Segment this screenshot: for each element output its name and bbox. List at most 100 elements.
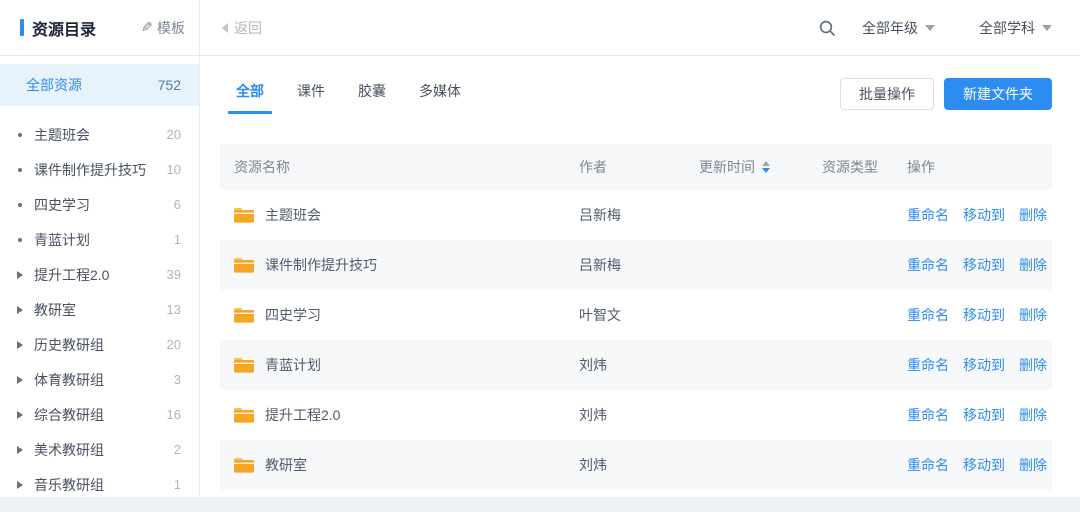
author-cell: 刘炜 (565, 355, 685, 375)
folder-icon (234, 357, 254, 373)
sidebar-folder-item[interactable]: 课件制作提升技巧 10 (0, 152, 199, 187)
bullet-dot-icon (12, 133, 28, 137)
rename-link[interactable]: 重命名 (907, 305, 949, 325)
delete-link[interactable]: 删除 (1019, 455, 1047, 475)
toolbar: 全部 课件 胶囊 多媒体 批量操作 新建文件夹 (220, 73, 1052, 114)
sidebar-folder-count: 16 (167, 407, 181, 422)
subject-filter-value: 全部学科 (979, 18, 1035, 38)
folder-icon (234, 257, 254, 273)
collapsed-triangle-icon (12, 446, 28, 454)
sort-toggle[interactable] (762, 161, 770, 173)
delete-link[interactable]: 删除 (1019, 405, 1047, 425)
sidebar-folder-item[interactable]: 历史教研组 20 (0, 327, 199, 362)
sidebar-folder-item[interactable]: 体育教研组 3 (0, 362, 199, 397)
sidebar-item-all-resources[interactable]: 全部资源 752 (0, 64, 199, 106)
sidebar-folder-label: 课件制作提升技巧 (28, 160, 167, 180)
tab-capsule[interactable]: 胶囊 (342, 73, 402, 114)
move-link[interactable]: 移动到 (963, 455, 1005, 475)
folder-icon (234, 407, 254, 423)
column-header-updated-label: 更新时间 (699, 157, 755, 177)
column-header-name: 资源名称 (220, 157, 565, 177)
sidebar-folder-label: 教研室 (28, 300, 167, 320)
sidebar-folder-label: 综合教研组 (28, 405, 167, 425)
rename-link[interactable]: 重命名 (907, 255, 949, 275)
all-resources-count: 752 (158, 77, 181, 93)
sidebar-folder-list: 主题班会 20 课件制作提升技巧 10 四史学习 6 青蓝计划 1 提升工程2.… (0, 106, 199, 502)
bullet-dot-icon (12, 238, 28, 242)
table-row: 课件制作提升技巧 吕新梅 重命名 移动到 删除 (220, 240, 1052, 290)
delete-link[interactable]: 删除 (1019, 355, 1047, 375)
folder-icon (234, 307, 254, 323)
author-cell: 吕新梅 (565, 255, 685, 275)
batch-operations-button[interactable]: 批量操作 (840, 78, 934, 110)
sidebar-folder-count: 1 (174, 477, 181, 492)
resource-catalog-app: 资源目录 ✎ 模板 返回 全部年级 (0, 0, 1080, 497)
delete-link[interactable]: 删除 (1019, 305, 1047, 325)
resource-name: 课件制作提升技巧 (265, 255, 377, 275)
back-button[interactable]: 返回 (222, 18, 262, 38)
delete-link[interactable]: 删除 (1019, 255, 1047, 275)
author-cell: 刘炜 (565, 455, 685, 475)
sidebar-folder-label: 提升工程2.0 (28, 265, 167, 285)
row-actions: 重命名 移动到 删除 (893, 255, 1052, 275)
search-icon (818, 19, 836, 37)
resource-name-cell[interactable]: 提升工程2.0 (220, 405, 565, 425)
sidebar-folder-item[interactable]: 提升工程2.0 39 (0, 257, 199, 292)
resource-name-cell[interactable]: 课件制作提升技巧 (220, 255, 565, 275)
move-link[interactable]: 移动到 (963, 255, 1005, 275)
table-row: 四史学习 叶智文 重命名 移动到 删除 (220, 290, 1052, 340)
move-link[interactable]: 移动到 (963, 355, 1005, 375)
back-arrow-icon (222, 23, 228, 33)
sidebar-header: 资源目录 ✎ 模板 (0, 0, 200, 55)
sidebar-folder-item[interactable]: 综合教研组 16 (0, 397, 199, 432)
page-title: 资源目录 (32, 16, 96, 40)
row-actions: 重命名 移动到 删除 (893, 455, 1052, 475)
row-actions: 重命名 移动到 删除 (893, 305, 1052, 325)
resource-name-cell[interactable]: 四史学习 (220, 305, 565, 325)
sidebar-folder-count: 2 (174, 442, 181, 457)
search-button[interactable] (818, 19, 836, 37)
chevron-down-icon (925, 25, 935, 31)
rename-link[interactable]: 重命名 (907, 205, 949, 225)
sidebar-folder-count: 1 (174, 232, 181, 247)
sidebar-folder-item[interactable]: 主题班会 20 (0, 117, 199, 152)
sidebar-folder-label: 美术教研组 (28, 440, 174, 460)
rename-link[interactable]: 重命名 (907, 455, 949, 475)
table-row: 主题班会 吕新梅 重命名 移动到 删除 (220, 190, 1052, 240)
top-bar-right: 返回 全部年级 全部学科 (200, 0, 1080, 55)
edit-pencil-icon: ✎ (141, 19, 153, 36)
sidebar-folder-item[interactable]: 美术教研组 2 (0, 432, 199, 467)
tab-all[interactable]: 全部 (220, 73, 280, 114)
resource-name-cell[interactable]: 青蓝计划 (220, 355, 565, 375)
tab-courseware[interactable]: 课件 (281, 73, 341, 114)
sidebar-folder-count: 20 (167, 127, 181, 142)
author-cell: 吕新梅 (565, 205, 685, 225)
sort-asc-icon (762, 161, 770, 166)
move-link[interactable]: 移动到 (963, 205, 1005, 225)
move-link[interactable]: 移动到 (963, 305, 1005, 325)
move-link[interactable]: 移动到 (963, 405, 1005, 425)
sidebar-folder-label: 音乐教研组 (28, 475, 174, 495)
sidebar-folder-item[interactable]: 音乐教研组 1 (0, 467, 199, 502)
sidebar-folder-item[interactable]: 青蓝计划 1 (0, 222, 199, 257)
subject-filter-dropdown[interactable]: 全部学科 (979, 18, 1052, 38)
template-button[interactable]: ✎ 模板 (141, 18, 185, 38)
sidebar-folder-label: 四史学习 (28, 195, 174, 215)
grade-filter-dropdown[interactable]: 全部年级 (862, 18, 935, 38)
resource-name-cell[interactable]: 教研室 (220, 455, 565, 475)
sidebar-folder-count: 13 (167, 302, 181, 317)
bullet-dot-icon (12, 203, 28, 207)
resource-name: 青蓝计划 (265, 355, 321, 375)
batch-operations-label: 批量操作 (859, 84, 915, 104)
author-cell: 叶智文 (565, 305, 685, 325)
resource-name-cell[interactable]: 主题班会 (220, 205, 565, 225)
tab-multimedia[interactable]: 多媒体 (403, 73, 477, 114)
column-header-updated: 更新时间 (685, 157, 808, 177)
new-folder-button[interactable]: 新建文件夹 (944, 78, 1052, 110)
delete-link[interactable]: 删除 (1019, 205, 1047, 225)
sidebar-folder-item[interactable]: 四史学习 6 (0, 187, 199, 222)
sidebar-folder-item[interactable]: 教研室 13 (0, 292, 199, 327)
row-actions: 重命名 移动到 删除 (893, 205, 1052, 225)
rename-link[interactable]: 重命名 (907, 355, 949, 375)
rename-link[interactable]: 重命名 (907, 405, 949, 425)
